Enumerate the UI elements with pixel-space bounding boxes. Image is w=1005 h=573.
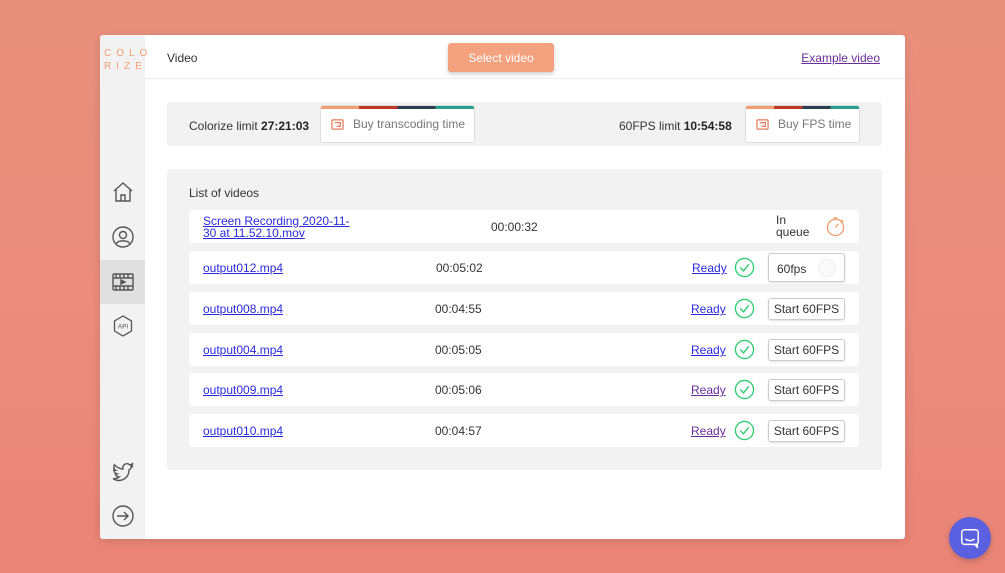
video-name-link[interactable]: output012.mp4 (203, 261, 283, 275)
chat-icon (961, 529, 979, 549)
page-title: Video (167, 51, 198, 65)
app-window: COLO RIZE API Video Select video Example… (100, 35, 905, 539)
limits-bar: Colorize limit 27:21:03 Buy transcoding … (167, 102, 882, 146)
logout-icon (111, 505, 134, 527)
toggle-knob (818, 259, 836, 277)
sidebar-item-api[interactable]: API (100, 304, 145, 348)
buy-transcoding-button[interactable]: Buy transcoding time (320, 105, 475, 143)
video-name-link[interactable]: output009.mp4 (203, 383, 283, 397)
top-bar: Video Select video Example video (145, 35, 905, 79)
video-duration: 00:05:06 (435, 383, 482, 397)
logo[interactable]: COLO RIZE (104, 47, 153, 73)
wallet-icon (331, 118, 344, 130)
sidebar-item-logout[interactable] (100, 494, 145, 538)
logo-line-2: RIZE (104, 61, 147, 72)
timer-icon (826, 217, 845, 237)
start-60fps-button[interactable]: Start 60FPS (768, 379, 845, 401)
svg-text:API: API (117, 324, 128, 331)
status-link[interactable]: Ready (691, 302, 726, 316)
table-row: output009.mp4 00:05:06 Ready Start 60FPS (189, 373, 859, 406)
table-row: output010.mp4 00:04:57 Ready Start 60FPS (189, 414, 859, 447)
sidebar-item-profile[interactable] (100, 215, 145, 259)
status-link[interactable]: Ready (691, 343, 726, 357)
select-video-button[interactable]: Select video (448, 43, 554, 72)
buy-fps-button[interactable]: Buy FPS time (745, 105, 860, 143)
wallet-icon (756, 118, 769, 130)
table-row: Screen Recording 2020-11-30 at 11.52.10.… (189, 210, 859, 243)
start-60fps-button[interactable]: Start 60FPS (768, 420, 845, 442)
videos-panel: List of videos Screen Recording 2020-11-… (167, 169, 882, 470)
video-duration: 00:00:32 (491, 220, 538, 234)
start-60fps-button[interactable]: Start 60FPS (768, 339, 845, 361)
colorize-limit-value: 27:21:03 (261, 119, 310, 133)
twitter-icon (112, 462, 134, 482)
video-name-link[interactable]: output010.mp4 (203, 424, 283, 438)
colorize-limit: Colorize limit 27:21:03 (189, 119, 309, 133)
check-circle-icon (734, 379, 755, 400)
video-name-link[interactable]: output004.mp4 (203, 343, 283, 357)
check-circle-icon (734, 257, 755, 278)
check-circle-icon (734, 298, 755, 319)
video-duration: 00:04:57 (435, 424, 482, 438)
start-60fps-button[interactable]: Start 60FPS (768, 298, 845, 320)
fps-limit-value: 10:54:58 (683, 119, 732, 133)
brand-stripe (746, 106, 859, 109)
table-row: output008.mp4 00:04:55 Ready Start 60FPS (189, 292, 859, 325)
colorize-limit-label: Colorize limit (189, 119, 258, 133)
status-link[interactable]: Ready (692, 261, 727, 275)
chat-button[interactable] (949, 517, 991, 559)
list-title: List of videos (189, 186, 260, 200)
fps-limit: 60FPS limit 10:54:58 (619, 119, 732, 133)
brand-stripe (321, 106, 474, 109)
video-icon (111, 273, 134, 291)
user-icon (111, 226, 134, 248)
video-duration: 00:05:02 (436, 261, 483, 275)
buy-transcoding-label: Buy transcoding time (353, 117, 466, 131)
status-link[interactable]: Ready (691, 383, 726, 397)
sidebar-item-home[interactable] (100, 170, 145, 214)
home-icon (113, 182, 132, 202)
example-video-link[interactable]: Example video (801, 51, 880, 65)
video-duration: 00:05:05 (435, 343, 482, 357)
status-link[interactable]: Ready (691, 424, 726, 438)
buy-fps-label: Buy FPS time (778, 117, 852, 131)
table-row: output004.mp4 00:05:05 Ready Start 60FPS (189, 333, 859, 366)
api-icon: API (113, 315, 132, 337)
check-circle-icon (734, 420, 755, 441)
video-name-link[interactable]: Screen Recording 2020-11-30 at 11.52.10.… (203, 215, 353, 239)
logo-line-1: COLO (104, 48, 153, 59)
fps-limit-label: 60FPS limit (619, 119, 681, 133)
sidebar-item-videos[interactable] (100, 260, 145, 304)
sidebar-item-twitter[interactable] (100, 450, 145, 494)
status-text: In queue (776, 213, 810, 239)
sidebar: COLO RIZE API (100, 35, 153, 539)
video-duration: 00:04:55 (435, 302, 482, 316)
fps-toggle-label: 60fps (777, 262, 807, 276)
fps-toggle[interactable]: 60fps (768, 253, 845, 282)
check-circle-icon (734, 339, 755, 360)
video-name-link[interactable]: output008.mp4 (203, 302, 283, 316)
table-row: output012.mp4 00:05:02 Ready 60fps (189, 251, 859, 284)
